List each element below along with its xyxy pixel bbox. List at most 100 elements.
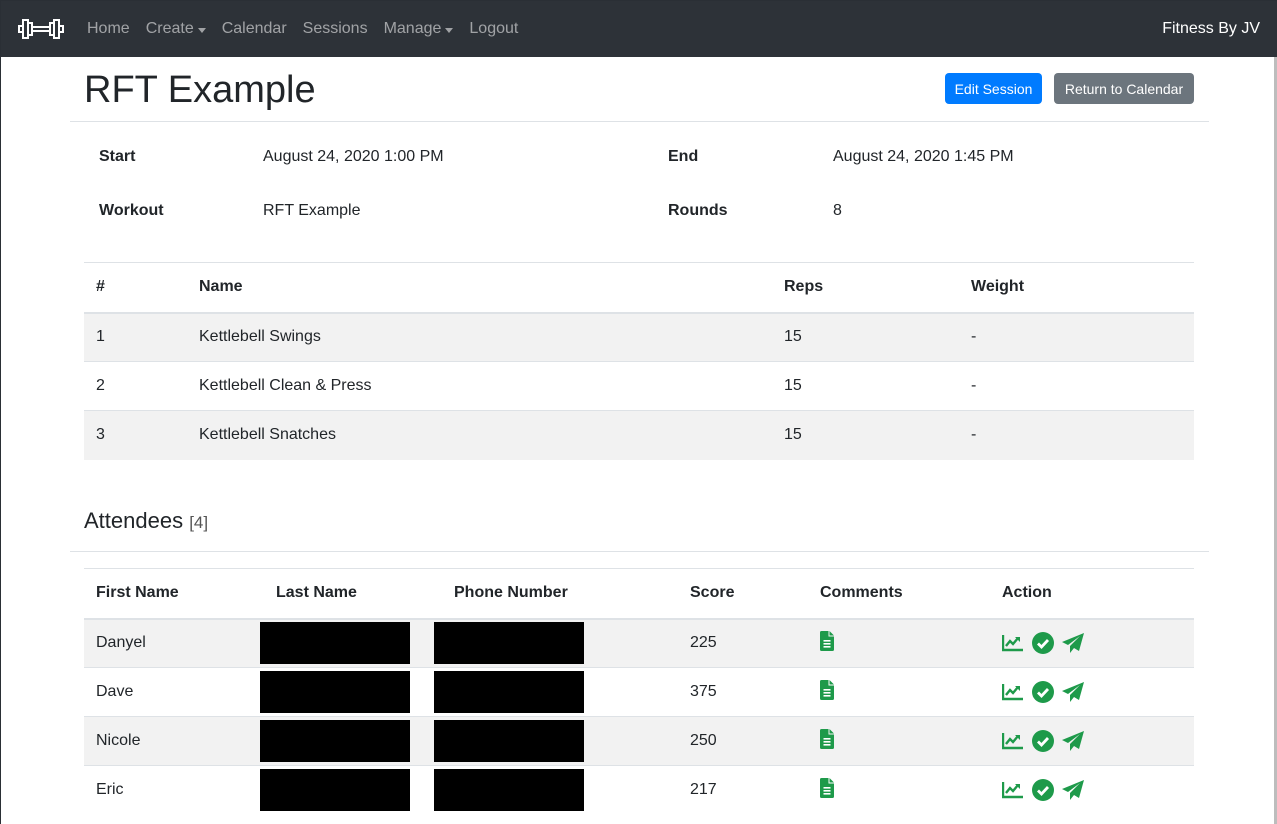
table-row: Eric 217 <box>84 765 1194 815</box>
phone-redacted <box>434 716 678 766</box>
col-weight: Weight <box>959 262 1194 314</box>
attendees-count: [4] <box>189 513 209 532</box>
file-text-icon[interactable] <box>820 680 834 700</box>
table-row: Nicole 250 <box>84 716 1194 766</box>
paper-plane-icon[interactable] <box>1062 682 1084 702</box>
nav-create-label: Create <box>145 20 194 37</box>
end-label: End <box>668 148 699 165</box>
check-circle-icon[interactable] <box>1032 632 1054 654</box>
file-text-icon[interactable] <box>820 729 834 749</box>
col-reps: Reps <box>772 262 959 314</box>
score: 375 <box>678 667 808 717</box>
table-row: 1 Kettlebell Swings 15 - <box>84 312 1194 362</box>
table-header-row: First Name Last Name Phone Number Score … <box>84 568 1194 620</box>
col-name: Name <box>187 262 772 314</box>
col-last-name: Last Name <box>264 568 442 620</box>
rounds-value: 8 <box>833 202 842 219</box>
col-score: Score <box>678 568 808 620</box>
exercise-weight: - <box>959 312 1194 362</box>
nav-calendar[interactable]: Calendar <box>214 20 295 38</box>
col-phone: Phone Number <box>442 568 678 620</box>
last-name-redacted <box>260 765 442 815</box>
nav-manage-dropdown[interactable]: Manage <box>376 20 462 38</box>
caret-down-icon <box>445 27 454 33</box>
redaction-box <box>260 769 410 812</box>
file-text-icon[interactable] <box>820 778 834 798</box>
nav-home[interactable]: Home <box>79 20 138 38</box>
nav-home-label: Home <box>87 20 130 37</box>
nav-manage-label: Manage <box>383 20 442 37</box>
first-name: Danyel <box>84 618 264 668</box>
navbar: Home Create Calendar Sessions Manage Log… <box>1 1 1277 57</box>
chart-line-icon[interactable] <box>1002 781 1024 799</box>
table-row: 3 Kettlebell Snatches 15 - <box>84 410 1194 460</box>
start-label: Start <box>99 148 136 165</box>
table-header-row: # Name Reps Weight <box>84 262 1194 314</box>
score: 217 <box>678 765 808 815</box>
comments-cell <box>808 667 990 717</box>
comments-cell <box>808 618 990 668</box>
phone-redacted <box>434 618 678 668</box>
action-cell <box>990 618 1194 668</box>
start-value: August 24, 2020 1:00 PM <box>263 148 444 165</box>
attendees-table: First Name Last Name Phone Number Score … <box>84 568 1194 815</box>
paper-plane-icon[interactable] <box>1062 731 1084 751</box>
col-first-name: First Name <box>84 568 264 620</box>
exercise-weight: - <box>959 361 1194 411</box>
exercise-number: 2 <box>84 361 187 411</box>
last-name-redacted <box>260 667 442 717</box>
exercise-reps: 15 <box>772 312 959 362</box>
last-name-redacted <box>260 716 442 766</box>
paper-plane-icon[interactable] <box>1062 780 1084 800</box>
redaction-box <box>434 720 584 762</box>
phone-redacted <box>434 667 678 717</box>
score: 225 <box>678 618 808 668</box>
brand-name[interactable]: Fitness By JV <box>1162 20 1260 38</box>
chart-line-icon[interactable] <box>1002 634 1024 652</box>
exercise-name: Kettlebell Snatches <box>187 410 772 460</box>
attendees-title: Attendees <box>84 508 184 533</box>
check-circle-icon[interactable] <box>1032 730 1054 752</box>
exercise-number: 3 <box>84 410 187 460</box>
check-circle-icon[interactable] <box>1032 779 1054 801</box>
nav-sessions-label: Sessions <box>302 20 368 37</box>
exercise-name: Kettlebell Clean & Press <box>187 361 772 411</box>
comments-cell <box>808 765 990 815</box>
redaction-box <box>260 671 410 713</box>
table-row: Danyel 225 <box>84 618 1194 668</box>
caret-down-icon <box>197 27 206 33</box>
divider <box>70 551 1209 552</box>
exercise-reps: 15 <box>772 410 959 460</box>
edit-session-button[interactable]: Edit Session <box>945 73 1042 104</box>
paper-plane-icon[interactable] <box>1062 633 1084 653</box>
last-name-redacted <box>260 618 442 668</box>
col-number: # <box>84 262 187 314</box>
exercises-table: # Name Reps Weight 1 Kettlebell Swings 1… <box>84 262 1194 460</box>
action-cell <box>990 765 1194 815</box>
exercise-number: 1 <box>84 312 187 362</box>
redaction-box <box>260 622 410 665</box>
redaction-box <box>434 769 584 812</box>
end-value: August 24, 2020 1:45 PM <box>833 148 1014 165</box>
return-to-calendar-button[interactable]: Return to Calendar <box>1054 73 1194 104</box>
workout-label: Workout <box>99 202 164 219</box>
check-circle-icon[interactable] <box>1032 681 1054 703</box>
nav-sessions[interactable]: Sessions <box>295 20 376 38</box>
nav-create-dropdown[interactable]: Create <box>138 20 214 38</box>
comments-cell <box>808 716 990 766</box>
table-row: Dave 375 <box>84 667 1194 717</box>
divider <box>70 121 1209 122</box>
chart-line-icon[interactable] <box>1002 683 1024 701</box>
page-title: RFT Example <box>84 69 316 111</box>
col-action: Action <box>990 568 1194 620</box>
dumbbell-icon[interactable] <box>17 15 65 43</box>
chart-line-icon[interactable] <box>1002 732 1024 750</box>
exercise-name: Kettlebell Swings <box>187 312 772 362</box>
redaction-box <box>260 720 410 762</box>
nav-logout[interactable]: Logout <box>461 20 526 38</box>
first-name: Nicole <box>84 716 264 766</box>
page-header: RFT Example Edit Session Return to Calen… <box>84 66 1194 116</box>
session-details: Start August 24, 2020 1:00 PM End August… <box>84 148 1194 228</box>
file-text-icon[interactable] <box>820 631 834 651</box>
rounds-label: Rounds <box>668 202 728 219</box>
